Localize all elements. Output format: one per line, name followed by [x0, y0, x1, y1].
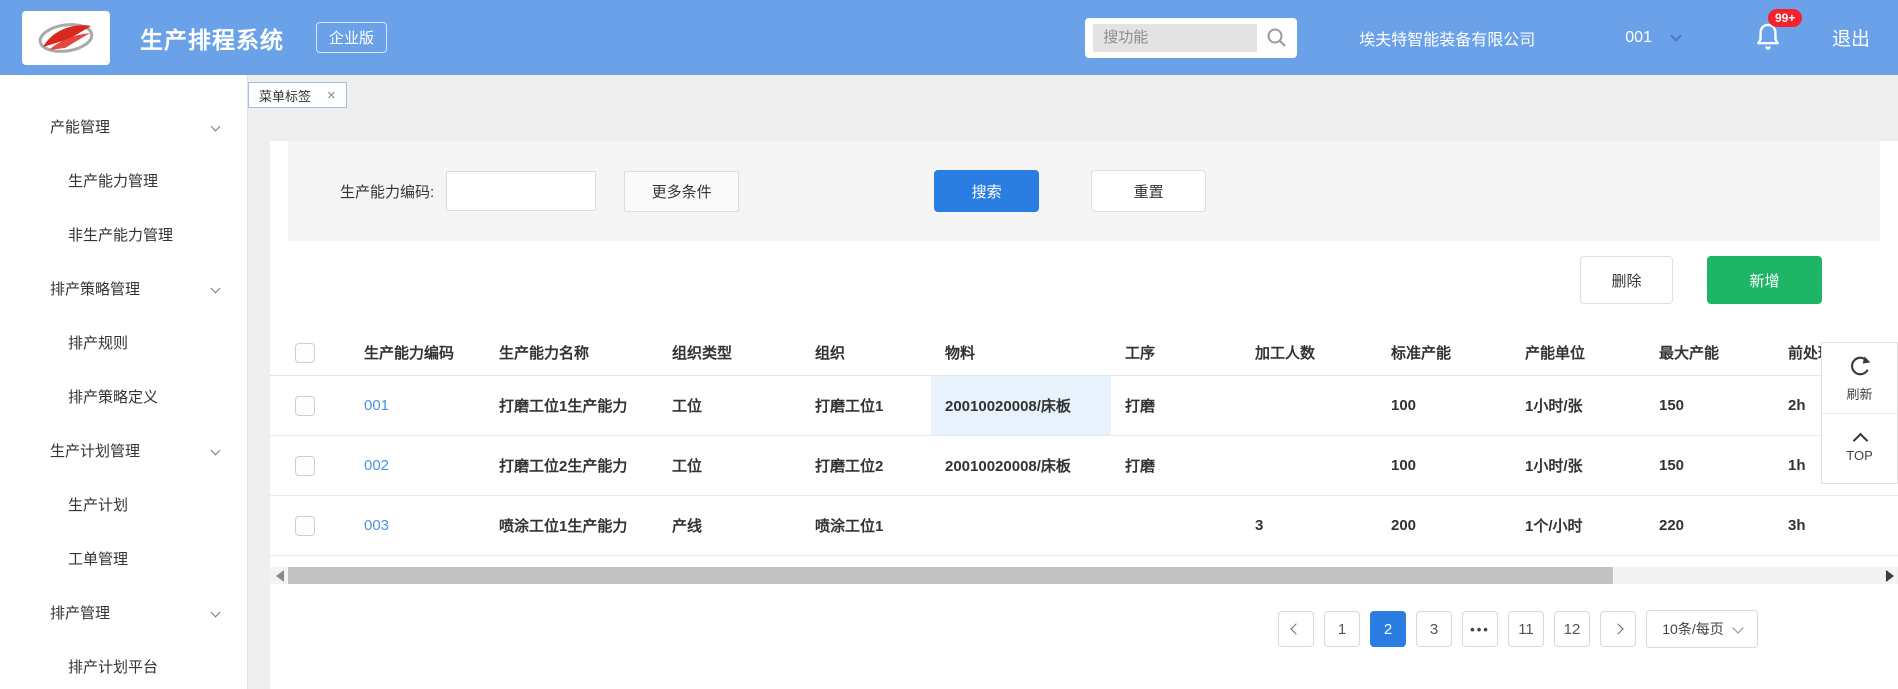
capacity-code-link[interactable]: 003 — [350, 496, 485, 555]
logo-swoosh-icon — [35, 17, 97, 59]
col-capacity-code: 生产能力编码 — [350, 330, 485, 375]
material-cell-highlighted: 20010020008/床板 — [931, 376, 1111, 435]
sidebar-group-scheduling-mgmt[interactable]: 排产管理 — [0, 585, 247, 639]
scrollbar-thumb[interactable] — [288, 567, 1613, 584]
refresh-icon — [1847, 353, 1873, 379]
user-code: 001 — [1625, 29, 1652, 47]
capacity-code-label: 生产能力编码: — [340, 181, 434, 202]
sidebar-item-production-capacity[interactable]: 生产能力管理 — [0, 153, 247, 207]
col-org-type: 组织类型 — [658, 330, 801, 375]
next-page-button[interactable] — [1600, 611, 1636, 647]
pagination: 1 2 3 ••• 11 12 10条/每页 — [270, 610, 1898, 648]
table-row: 002 打磨工位2生产能力 工位 打磨工位2 20010020008/床板 打磨… — [270, 436, 1898, 496]
sidebar-nav: 产能管理 生产能力管理 非生产能力管理 排产策略管理 排产规则 排产策略定义 生… — [0, 75, 248, 689]
col-workers: 加工人数 — [1241, 330, 1377, 375]
more-conditions-button[interactable]: 更多条件 — [624, 171, 739, 212]
scroll-right-arrow-icon[interactable] — [1886, 570, 1894, 582]
scroll-left-arrow-icon[interactable] — [276, 570, 284, 582]
page-size-select[interactable]: 10条/每页 — [1646, 610, 1758, 648]
page-ellipsis[interactable]: ••• — [1462, 611, 1498, 647]
chevron-left-icon — [1290, 623, 1301, 634]
page-button-3[interactable]: 3 — [1416, 611, 1452, 647]
content-card: 生产能力编码: 更多条件 搜索 重置 删除 新增 生产能力编码 生产能力名称 组… — [270, 141, 1898, 689]
notification-count-badge: 99+ — [1768, 9, 1802, 27]
col-org: 组织 — [801, 330, 931, 375]
user-menu[interactable]: 001 — [1625, 29, 1680, 47]
page-button-2-active[interactable]: 2 — [1370, 611, 1406, 647]
capacity-table: 生产能力编码 生产能力名称 组织类型 组织 物料 工序 加工人数 标准产能 产能… — [270, 330, 1898, 556]
col-max-capacity: 最大产能 — [1645, 330, 1774, 375]
company-logo — [22, 11, 110, 65]
search-button[interactable]: 搜索 — [934, 170, 1039, 212]
col-capacity-name: 生产能力名称 — [485, 330, 658, 375]
page-button-12[interactable]: 12 — [1554, 611, 1590, 647]
sidebar-group-production-plan-mgmt[interactable]: 生产计划管理 — [0, 423, 247, 477]
sidebar-item-strategy-definition[interactable]: 排产策略定义 — [0, 369, 247, 423]
refresh-button[interactable]: 刷新 — [1822, 343, 1897, 413]
chevron-icon — [211, 607, 221, 617]
row-checkbox[interactable] — [295, 396, 315, 416]
row-checkbox[interactable] — [295, 456, 315, 476]
sidebar-item-work-order-mgmt[interactable]: 工单管理 — [0, 531, 247, 585]
app-title: 生产排程系统 — [140, 21, 284, 55]
capacity-code-link[interactable]: 001 — [350, 376, 485, 435]
floating-actions-panel: 刷新 TOP — [1821, 342, 1898, 484]
capacity-code-input[interactable] — [446, 171, 596, 211]
global-search-box[interactable] — [1085, 18, 1297, 58]
sidebar-item-scheduling-rules[interactable]: 排产规则 — [0, 315, 247, 369]
select-all-checkbox[interactable] — [295, 343, 315, 363]
global-search-input[interactable] — [1093, 24, 1257, 52]
add-button[interactable]: 新增 — [1707, 256, 1822, 304]
prev-page-button[interactable] — [1278, 611, 1314, 647]
table-header-row: 生产能力编码 生产能力名称 组织类型 组织 物料 工序 加工人数 标准产能 产能… — [270, 330, 1898, 376]
main-content: 菜单标签 × 生产能力编码: 更多条件 搜索 重置 删除 新增 — [248, 75, 1898, 689]
sidebar-group-scheduling-strategy[interactable]: 排产策略管理 — [0, 261, 247, 315]
col-material: 物料 — [931, 330, 1111, 375]
table-toolbar: 删除 新增 — [270, 256, 1898, 304]
notification-bell[interactable]: 99+ — [1752, 21, 1784, 55]
sidebar-item-scheduling-platform[interactable]: 排产计划平台 — [0, 639, 247, 689]
chevron-down-icon — [1732, 622, 1743, 633]
delete-button[interactable]: 删除 — [1580, 256, 1673, 304]
chevron-icon — [211, 445, 221, 455]
table-row: 001 打磨工位1生产能力 工位 打磨工位1 20010020008/床板 打磨… — [270, 376, 1898, 436]
search-icon[interactable] — [1265, 26, 1289, 50]
col-capacity-unit: 产能单位 — [1511, 330, 1645, 375]
close-icon[interactable]: × — [327, 88, 336, 103]
reset-button[interactable]: 重置 — [1091, 170, 1206, 212]
table-row: 003 喷涂工位1生产能力 产线 喷涂工位1 3 200 1个/小时 220 3… — [270, 496, 1898, 556]
page-button-11[interactable]: 11 — [1508, 611, 1544, 647]
chevron-icon — [211, 283, 221, 293]
sidebar-group-capacity-mgmt[interactable]: 产能管理 — [0, 99, 247, 153]
back-to-top-button[interactable]: TOP — [1822, 413, 1897, 483]
chevron-right-icon — [1612, 623, 1623, 634]
row-checkbox[interactable] — [295, 516, 315, 536]
chevron-icon — [211, 121, 221, 131]
logout-button[interactable]: 退出 — [1832, 24, 1870, 51]
capacity-code-link[interactable]: 002 — [350, 436, 485, 495]
col-std-capacity: 标准产能 — [1377, 330, 1511, 375]
page-button-1[interactable]: 1 — [1324, 611, 1360, 647]
company-name: 埃夫特智能装备有限公司 — [1359, 26, 1535, 50]
chevron-down-icon — [1670, 30, 1681, 41]
tab-bar: 菜单标签 × — [248, 75, 1898, 123]
horizontal-scrollbar[interactable] — [270, 567, 1898, 584]
top-header: 生产排程系统 企业版 埃夫特智能装备有限公司 001 99+ 退出 — [0, 0, 1898, 75]
edition-badge: 企业版 — [316, 22, 387, 53]
chevron-up-icon — [1853, 435, 1867, 443]
col-process: 工序 — [1111, 330, 1241, 375]
sidebar-item-production-plan[interactable]: 生产计划 — [0, 477, 247, 531]
sidebar-item-nonproduction-capacity[interactable]: 非生产能力管理 — [0, 207, 247, 261]
tab-menu-label[interactable]: 菜单标签 × — [248, 82, 347, 108]
filter-panel: 生产能力编码: 更多条件 搜索 重置 — [288, 141, 1880, 241]
